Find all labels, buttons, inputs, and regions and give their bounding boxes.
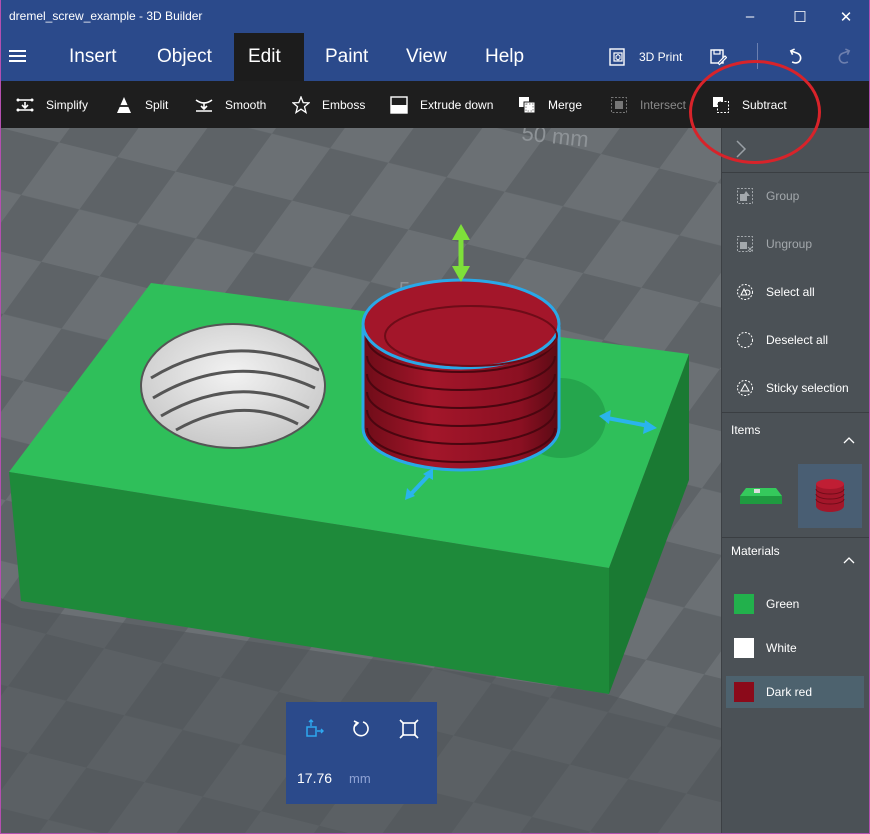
materials-divider <box>722 537 869 538</box>
title-bar: dremel_screw_example - 3D Builder – ☐ ✕ <box>1 0 869 33</box>
3d-print-button[interactable]: 3D Print <box>607 33 682 81</box>
dimension-unit: mm <box>349 771 371 786</box>
material-dark-red[interactable]: Dark red <box>726 676 864 708</box>
items-divider <box>722 412 869 413</box>
menu-bar: Insert Object Edit Paint View Help 3D Pr… <box>1 33 869 81</box>
intersect-button[interactable]: Intersect <box>608 81 686 128</box>
close-button[interactable]: ✕ <box>823 0 869 33</box>
extrude-down-icon <box>388 95 410 114</box>
split-icon <box>113 96 135 114</box>
sticky-selection-label: Sticky selection <box>766 381 849 395</box>
transform-widget: 17.76 mm <box>286 702 437 804</box>
tab-help[interactable]: Help <box>471 33 538 81</box>
undo-icon <box>789 48 802 64</box>
material-green[interactable]: Green <box>726 588 864 620</box>
maximize-button[interactable]: ☐ <box>777 0 823 33</box>
intersect-icon <box>608 96 630 114</box>
menu-separator <box>757 43 758 69</box>
select-all-icon <box>735 282 755 302</box>
smooth-icon <box>193 96 215 114</box>
deselect-all-label: Deselect all <box>766 333 829 347</box>
subtract-label: Subtract <box>742 97 787 112</box>
move-icon <box>306 719 324 737</box>
split-button[interactable]: Split <box>113 81 168 128</box>
save-icon <box>710 49 727 66</box>
3d-print-label: 3D Print <box>639 50 683 64</box>
tab-view[interactable]: View <box>392 33 461 81</box>
scale-icon <box>399 719 419 739</box>
simplify-label: Simplify <box>46 97 89 112</box>
maximize-icon: ☐ <box>793 8 807 26</box>
app-window: dremel_screw_example - 3D Builder – ☐ ✕ … <box>0 0 870 834</box>
emboss-button[interactable]: Emboss <box>290 81 365 128</box>
ungroup-label: Ungroup <box>766 237 813 251</box>
deselect-all-button[interactable]: Deselect all <box>722 316 869 364</box>
red-screw[interactable] <box>361 278 561 472</box>
tab-paint[interactable]: Paint <box>311 33 382 81</box>
emboss-label: Emboss <box>322 97 366 112</box>
material-label: White <box>766 641 797 655</box>
save-button[interactable] <box>709 33 727 81</box>
sticky-selection-button[interactable]: Sticky selection <box>722 364 869 412</box>
materials-header: Materials <box>731 544 780 558</box>
item-thumbnail-red-screw[interactable] <box>798 464 862 528</box>
tab-edit[interactable]: Edit <box>234 33 304 81</box>
smooth-button[interactable]: Smooth <box>193 81 266 128</box>
subtract-icon <box>710 96 732 114</box>
tab-insert[interactable]: Insert <box>55 33 131 81</box>
extrude-down-button[interactable]: Extrude down <box>388 81 493 128</box>
select-all-label: Select all <box>766 285 815 299</box>
window-title: dremel_screw_example - 3D Builder <box>9 9 203 23</box>
select-all-button[interactable]: Select all <box>722 268 869 316</box>
close-icon: ✕ <box>839 8 853 26</box>
merge-icon <box>516 96 538 114</box>
simplify-icon <box>14 96 36 114</box>
split-label: Split <box>145 97 169 112</box>
tab-object[interactable]: Object <box>143 33 226 81</box>
material-label: Dark red <box>766 685 813 699</box>
redo-icon <box>838 48 851 64</box>
rotate-mode-button[interactable] <box>348 718 374 740</box>
minimize-icon: – <box>745 8 755 25</box>
scale-mode-button[interactable] <box>396 718 422 740</box>
material-white[interactable]: White <box>726 632 864 664</box>
hamburger-icon[interactable] <box>9 47 29 67</box>
white-swatch <box>734 638 754 658</box>
deselect-all-icon <box>735 330 755 350</box>
dimension-value[interactable]: 17.76 <box>297 770 332 786</box>
chevron-right-icon[interactable] <box>734 138 754 162</box>
subtract-button[interactable]: Subtract <box>710 81 787 128</box>
materials-collapse-icon[interactable] <box>842 552 856 564</box>
smooth-label: Smooth <box>225 97 267 112</box>
rotate-icon <box>353 720 369 737</box>
ungroup-icon <box>735 234 755 254</box>
3d-print-icon <box>609 48 625 66</box>
side-panel: Group Ungroup Select all Deselect all St… <box>721 128 869 833</box>
threaded-hole <box>140 323 326 449</box>
sticky-selection-icon <box>735 378 755 398</box>
items-header: Items <box>731 423 761 437</box>
undo-button[interactable] <box>787 33 805 81</box>
redo-button[interactable] <box>835 33 853 81</box>
item-thumbnail-green-block[interactable] <box>730 464 794 528</box>
group-button[interactable]: Group <box>722 172 869 220</box>
group-icon <box>735 186 755 206</box>
move-mode-button[interactable] <box>301 718 327 740</box>
material-label: Green <box>766 597 800 611</box>
dark-red-swatch <box>734 682 754 702</box>
ungroup-button[interactable]: Ungroup <box>722 220 869 268</box>
group-label: Group <box>766 189 800 203</box>
merge-button[interactable]: Merge <box>516 81 582 128</box>
star-icon <box>290 95 312 114</box>
edit-toolbar: Simplify Split Smooth Emboss Extrude dow… <box>1 81 869 128</box>
merge-label: Merge <box>548 97 583 112</box>
items-collapse-icon[interactable] <box>842 432 856 444</box>
extrude-down-label: Extrude down <box>420 97 494 112</box>
green-swatch <box>734 594 754 614</box>
simplify-button[interactable]: Simplify <box>14 81 88 128</box>
intersect-label: Intersect <box>640 97 687 112</box>
minimize-button[interactable]: – <box>727 0 773 33</box>
